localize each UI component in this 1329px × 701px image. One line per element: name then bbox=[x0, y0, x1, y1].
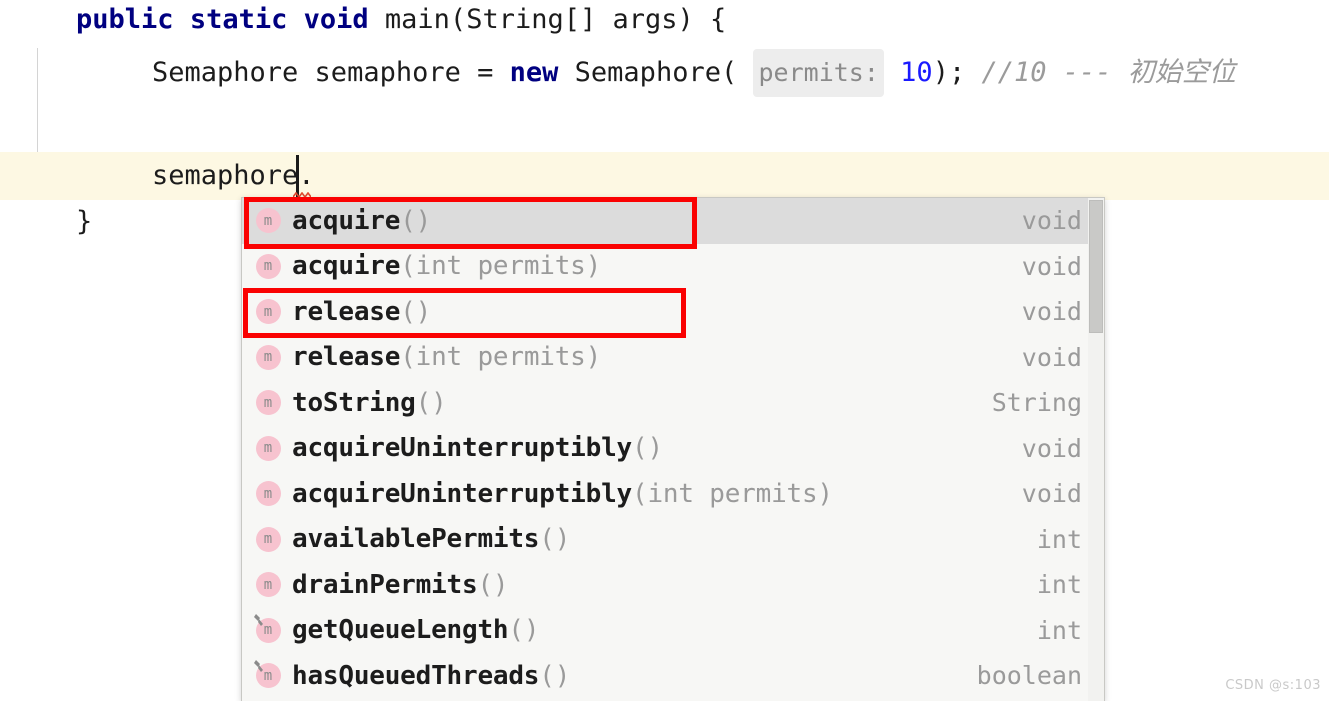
completion-item-return-type: void bbox=[1021, 297, 1082, 327]
comment-gap bbox=[965, 57, 981, 88]
popup-scrollbar-thumb[interactable] bbox=[1089, 200, 1103, 333]
method-icon: m bbox=[254, 480, 282, 508]
code-completion-popup[interactable]: m acquire() void m acquire (int permits) void m… bbox=[241, 197, 1105, 701]
method-icon: m bbox=[254, 434, 282, 462]
completion-item-name: release bbox=[292, 296, 401, 327]
method-icon-letter: m bbox=[255, 435, 281, 461]
space-1 bbox=[174, 4, 190, 35]
method-icon: m bbox=[254, 525, 282, 553]
completion-item-params: (int permits) bbox=[631, 478, 833, 509]
completion-item-params: (int permits) bbox=[400, 342, 602, 373]
completion-item-params: () bbox=[631, 433, 663, 464]
completion-item-params: () bbox=[477, 569, 509, 600]
method-icon-letter: m bbox=[255, 572, 281, 598]
completion-item-hasQueuedThreads[interactable]: m hasQueuedThreads() boolean bbox=[242, 653, 1104, 699]
completion-item-params: (int permits) bbox=[400, 251, 602, 282]
completion-item-release-with-params[interactable]: m release (int permits) void bbox=[242, 335, 1104, 381]
completion-item-acquireUninterruptibly-with-params[interactable]: m acquireUninterruptibly (int permits) void bbox=[242, 471, 1104, 517]
completion-item-name: toString bbox=[292, 387, 416, 418]
numeric-literal: 10 bbox=[900, 57, 933, 88]
method-icon: m bbox=[254, 571, 282, 599]
completion-item-acquire-with-params[interactable]: m acquire (int permits) void bbox=[242, 244, 1104, 290]
code-editor[interactable]: public static void main(String[] args) {… bbox=[0, 0, 1329, 701]
method-icon: m bbox=[254, 614, 282, 644]
code-line-2[interactable]: Semaphore semaphore = new Semaphore( per… bbox=[0, 49, 1329, 97]
protected-lock-icon bbox=[254, 659, 263, 672]
watermark-text: CSDN @s:103 bbox=[1225, 678, 1321, 693]
completion-item-name: acquire bbox=[292, 251, 401, 282]
paren-space bbox=[737, 57, 753, 88]
keyword-static: static bbox=[189, 4, 288, 35]
method-icon-letter: m bbox=[255, 208, 281, 234]
completion-item-release[interactable]: m release() void bbox=[242, 289, 1104, 335]
completion-item-params: () bbox=[539, 524, 571, 555]
comment-gap-2 bbox=[1112, 57, 1128, 88]
completion-item-params: () bbox=[400, 296, 432, 327]
completion-item-return-type: boolean bbox=[976, 661, 1082, 691]
completion-item-params: () bbox=[508, 615, 540, 646]
statement-end: ); bbox=[932, 57, 966, 88]
completion-item-return-type: void bbox=[1021, 251, 1082, 281]
completion-item-return-type: void bbox=[1021, 342, 1082, 372]
completion-item-return-type: int bbox=[1036, 615, 1082, 645]
completion-item-name: drainPermits bbox=[292, 569, 478, 600]
completion-item-name: acquireUninterruptibly bbox=[292, 433, 632, 464]
completion-item-return-type: int bbox=[1036, 570, 1082, 600]
method-icon-letter: m bbox=[255, 299, 281, 325]
method-icon: m bbox=[254, 659, 282, 690]
method-icon-letter: m bbox=[255, 526, 281, 552]
keyword-void: void bbox=[303, 4, 369, 35]
completion-item-name: availablePermits bbox=[292, 524, 540, 555]
text-caret bbox=[296, 155, 299, 197]
completion-item-acquire[interactable]: m acquire() void bbox=[242, 198, 1104, 244]
completion-item-return-type: int bbox=[1036, 524, 1082, 554]
completion-item-getQueueLength[interactable]: m getQueueLength() int bbox=[242, 608, 1104, 654]
completion-item-return-type: void bbox=[1021, 206, 1082, 236]
method-icon-letter: m bbox=[255, 344, 281, 370]
completion-item-acquireUninterruptibly[interactable]: m acquireUninterruptibly() void bbox=[242, 426, 1104, 472]
closing-brace: } bbox=[76, 206, 93, 237]
completion-item-return-type: String bbox=[991, 388, 1082, 418]
line-comment-cjk: 初始空位 bbox=[1127, 57, 1236, 88]
completion-item-params: () bbox=[400, 205, 432, 236]
member-access-expression: semaphore. bbox=[152, 160, 315, 191]
completion-item-name: acquireUninterruptibly bbox=[292, 478, 632, 509]
method-icon: m bbox=[254, 298, 282, 326]
completion-item-name: acquire bbox=[292, 205, 401, 236]
completion-item-name: release bbox=[292, 342, 401, 373]
completion-item-availablePermits[interactable]: m availablePermits() int bbox=[242, 517, 1104, 563]
completion-list[interactable]: m acquire() void m acquire (int permits) void m… bbox=[242, 198, 1104, 699]
completion-item-params: () bbox=[539, 660, 571, 691]
method-icon-letter: m bbox=[255, 481, 281, 507]
method-icon: m bbox=[254, 252, 282, 280]
space-2 bbox=[287, 4, 303, 35]
code-line-3-current[interactable]: semaphore. bbox=[0, 152, 1329, 200]
completion-item-drainPermits[interactable]: m drainPermits() int bbox=[242, 562, 1104, 608]
method-icon: m bbox=[254, 343, 282, 371]
completion-item-name: getQueueLength bbox=[292, 615, 509, 646]
method-icon: m bbox=[254, 389, 282, 417]
constructor-call: Semaphore( bbox=[558, 57, 738, 88]
keyword-new: new bbox=[509, 57, 559, 88]
method-icon-letter: m bbox=[255, 253, 281, 279]
code-line-1[interactable]: public static void main(String[] args) { bbox=[0, 0, 1329, 44]
keyword-public: public bbox=[76, 4, 174, 35]
hint-gap bbox=[884, 57, 900, 88]
declaration-text: Semaphore semaphore = bbox=[152, 57, 510, 88]
parameter-hint-chip: permits: bbox=[753, 49, 884, 97]
completion-item-return-type: void bbox=[1021, 479, 1082, 509]
method-signature: main(String[] args) { bbox=[368, 4, 727, 35]
method-icon: m bbox=[254, 207, 282, 235]
popup-scrollbar-track[interactable] bbox=[1088, 198, 1104, 701]
completion-item-name: hasQueuedThreads bbox=[292, 660, 540, 691]
method-icon-letter: m bbox=[255, 390, 281, 416]
completion-item-params: () bbox=[415, 387, 447, 418]
line-comment: //10 --- bbox=[981, 57, 1112, 88]
completion-item-toString[interactable]: m toString() String bbox=[242, 380, 1104, 426]
protected-lock-icon bbox=[254, 614, 263, 627]
completion-item-return-type: void bbox=[1021, 433, 1082, 463]
